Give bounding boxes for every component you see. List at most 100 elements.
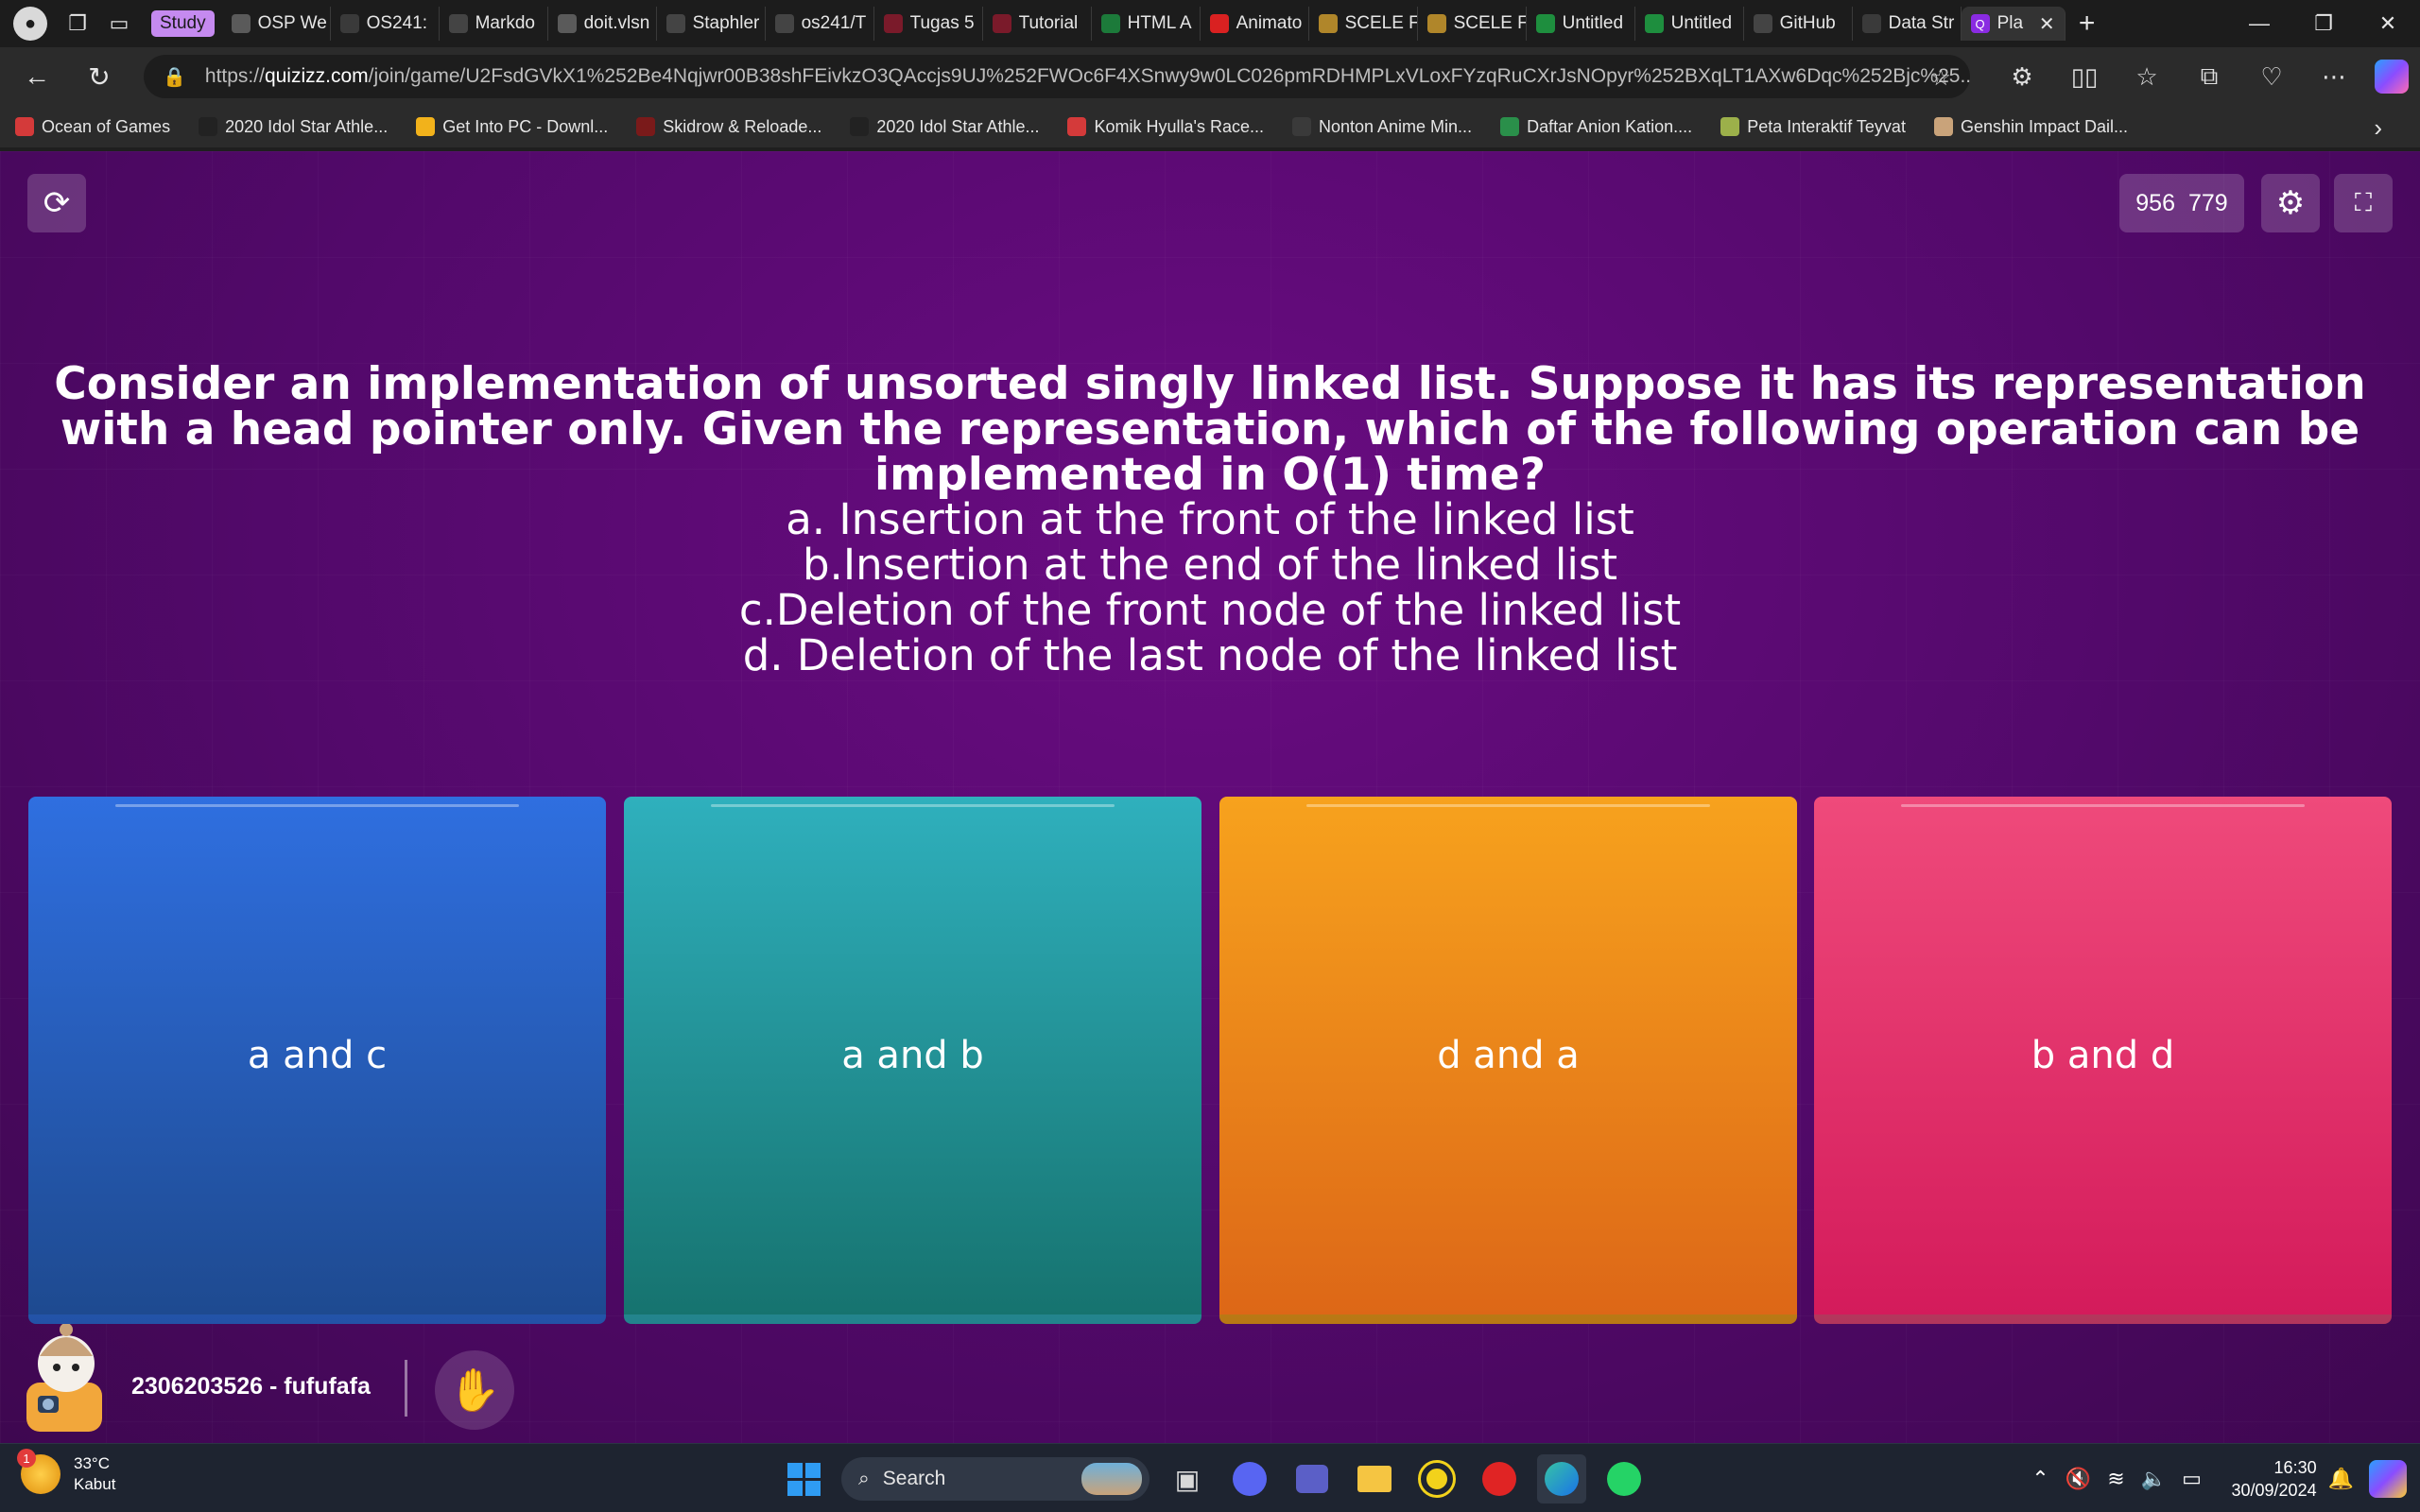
bookmark-item[interactable]: Daftar Anion Kation.... bbox=[1500, 117, 1692, 137]
sync-icon: ⟳ bbox=[43, 185, 71, 221]
search-placeholder: Search bbox=[882, 1468, 946, 1489]
chevron-right-icon[interactable]: › bbox=[2374, 113, 2382, 143]
browser-tab[interactable]: Untitled bbox=[1527, 7, 1635, 41]
split-screen-icon[interactable]: ▯▯ bbox=[2055, 53, 2114, 100]
profile-avatar-icon[interactable]: ● bbox=[13, 7, 47, 41]
whatsapp-icon[interactable] bbox=[1599, 1454, 1649, 1503]
start-button[interactable] bbox=[779, 1454, 828, 1503]
edge-icon[interactable] bbox=[1537, 1454, 1586, 1503]
teams-icon[interactable] bbox=[1288, 1454, 1337, 1503]
browser-tab[interactable]: doit.vlsn bbox=[548, 7, 657, 41]
browser-tab[interactable]: GitHub bbox=[1744, 7, 1853, 41]
tab-label: Tugas 5 bbox=[909, 13, 975, 33]
volume-icon[interactable]: 🔈 bbox=[2137, 1467, 2171, 1491]
quizizz-icon: Q bbox=[1970, 14, 1990, 33]
taskbar-search[interactable]: ⌕ Search bbox=[841, 1457, 1150, 1501]
image-icon bbox=[557, 14, 577, 33]
copilot-icon[interactable] bbox=[2375, 60, 2409, 94]
browser-tab[interactable]: SCELE F bbox=[1418, 7, 1527, 41]
favorites-icon[interactable]: ☆ bbox=[2118, 53, 2176, 100]
github-icon bbox=[666, 14, 685, 33]
mute-icon[interactable]: 🔇 bbox=[2062, 1467, 2096, 1491]
browser-tab[interactable]: Untitled bbox=[1635, 7, 1744, 41]
tab-label: Markdo bbox=[475, 13, 535, 33]
url-field[interactable]: 🔒 https://quizizz.com/join/game/U2FsdGVk… bbox=[144, 55, 1970, 98]
reload-button[interactable]: ⟳ bbox=[27, 174, 86, 232]
fullscreen-button[interactable]: ⛶ bbox=[2334, 174, 2393, 232]
browser-tab[interactable]: Markdo bbox=[440, 7, 548, 41]
refresh-button[interactable]: ↻ bbox=[74, 51, 125, 102]
video-icon bbox=[992, 14, 1011, 33]
tab-actions-icon[interactable]: ▭ bbox=[98, 3, 140, 44]
option-line: c.Deletion of the front node of the link… bbox=[738, 585, 1682, 635]
answer-option-2[interactable]: a and b bbox=[624, 797, 1201, 1324]
copilot-icon[interactable] bbox=[2369, 1459, 2407, 1498]
discord-icon[interactable] bbox=[1225, 1454, 1274, 1503]
browser-tab[interactable]: SCELE F bbox=[1309, 7, 1418, 41]
browser-tab[interactable]: Data Str bbox=[1853, 7, 1962, 41]
browser-tab[interactable]: os241/T bbox=[766, 7, 874, 41]
browser-tab[interactable]: Tutorial bbox=[983, 7, 1092, 41]
settings-button[interactable]: ⚙ bbox=[2261, 174, 2320, 232]
browser-essentials-icon[interactable]: ♡ bbox=[2242, 53, 2301, 100]
option-line: a. Insertion at the front of the linked … bbox=[786, 494, 1634, 544]
fullscreen-icon: ⛶ bbox=[2354, 188, 2373, 216]
search-highlight-image bbox=[1081, 1463, 1142, 1495]
new-tab-button[interactable]: + bbox=[2066, 5, 2109, 43]
youtube-icon bbox=[1209, 14, 1229, 33]
bookmark-item[interactable]: Skidrow & Reloade... bbox=[636, 117, 821, 137]
wifi-icon[interactable]: ≋ bbox=[2100, 1467, 2134, 1491]
clock[interactable]: 16:30 30/09/2024 bbox=[2232, 1456, 2317, 1502]
bookmark-item[interactable]: Peta Interaktif Teyvat bbox=[1720, 117, 1906, 137]
bookmark-item[interactable]: Nonton Anime Min... bbox=[1291, 117, 1472, 137]
url-prefix: https:// bbox=[204, 65, 265, 87]
tab-active[interactable]: Q Pla ✕ bbox=[1961, 7, 2066, 41]
bookmark-item[interactable]: Ocean of Games bbox=[15, 117, 170, 137]
chevron-up-icon[interactable]: ⌃ bbox=[2024, 1467, 2058, 1491]
folder-icon[interactable] bbox=[1350, 1454, 1399, 1503]
browser-tab[interactable]: HTML A bbox=[1092, 7, 1201, 41]
back-button[interactable]: ← bbox=[11, 51, 62, 102]
close-tab-icon[interactable]: ✕ bbox=[2039, 12, 2055, 36]
tab-group-label[interactable]: Study bbox=[151, 10, 215, 37]
browser-tab[interactable]: OSP We bbox=[222, 7, 331, 41]
battery-icon[interactable]: ▭ bbox=[2175, 1467, 2209, 1491]
raise-hand-button[interactable]: ✋ bbox=[435, 1350, 514, 1430]
minimize-button[interactable]: — bbox=[2227, 0, 2291, 47]
restore-button[interactable]: ❐ bbox=[2291, 0, 2356, 47]
bookmark-item[interactable]: 2020 Idol Star Athle... bbox=[199, 117, 388, 137]
workspaces-icon[interactable]: ❐ bbox=[57, 3, 98, 44]
favorite-star-icon[interactable]: ☆ bbox=[1930, 64, 1951, 92]
close-window-button[interactable]: ✕ bbox=[2356, 0, 2420, 47]
search-icon: ⌕ bbox=[858, 1468, 870, 1489]
tab-label: OS241: bbox=[366, 13, 428, 33]
bookmark-label: Ocean of Games bbox=[42, 116, 171, 136]
browser-tab[interactable]: Tugas 5 bbox=[874, 7, 983, 41]
answer-option-1[interactable]: a and c bbox=[28, 797, 606, 1324]
app-icon[interactable] bbox=[1412, 1454, 1461, 1503]
sheets-icon bbox=[1535, 14, 1555, 33]
answer-option-4[interactable]: b and d bbox=[1814, 797, 2392, 1324]
answer-option-3[interactable]: d and a bbox=[1219, 797, 1797, 1324]
page-icon bbox=[339, 14, 359, 33]
task-view-icon[interactable]: ▣ bbox=[1163, 1454, 1212, 1503]
tab-label: HTML A bbox=[1127, 13, 1192, 33]
flag-icon bbox=[1067, 117, 1087, 136]
bookmark-item[interactable]: 2020 Idol Star Athle... bbox=[850, 117, 1039, 137]
browser-tab[interactable]: Animato bbox=[1201, 7, 1309, 41]
bookmark-item[interactable]: Komik Hyulla's Race... bbox=[1067, 117, 1264, 137]
tab-label: Data Str bbox=[1888, 13, 1955, 33]
notification-bell-icon[interactable]: 🔔 bbox=[2328, 1467, 2354, 1491]
collections-icon[interactable]: ⧉ bbox=[2180, 53, 2238, 100]
bookmark-item[interactable]: Genshin Impact Dail... bbox=[1933, 117, 2128, 137]
resolution-display: 956 779 bbox=[2119, 174, 2244, 232]
circle-logo-icon bbox=[850, 117, 870, 136]
extensions-icon[interactable]: ⚙ bbox=[1993, 53, 2051, 100]
game-launcher-icon[interactable] bbox=[1475, 1454, 1524, 1503]
browser-tab[interactable]: OS241: bbox=[331, 7, 440, 41]
browser-tab[interactable]: Staphler bbox=[657, 7, 766, 41]
video-icon bbox=[883, 14, 903, 33]
more-menu-icon[interactable]: ⋯ bbox=[2305, 53, 2363, 100]
bookmark-item[interactable]: Get Into PC - Downl... bbox=[416, 117, 608, 137]
weather-widget[interactable]: 1 33°C Kabut bbox=[17, 1449, 115, 1495]
